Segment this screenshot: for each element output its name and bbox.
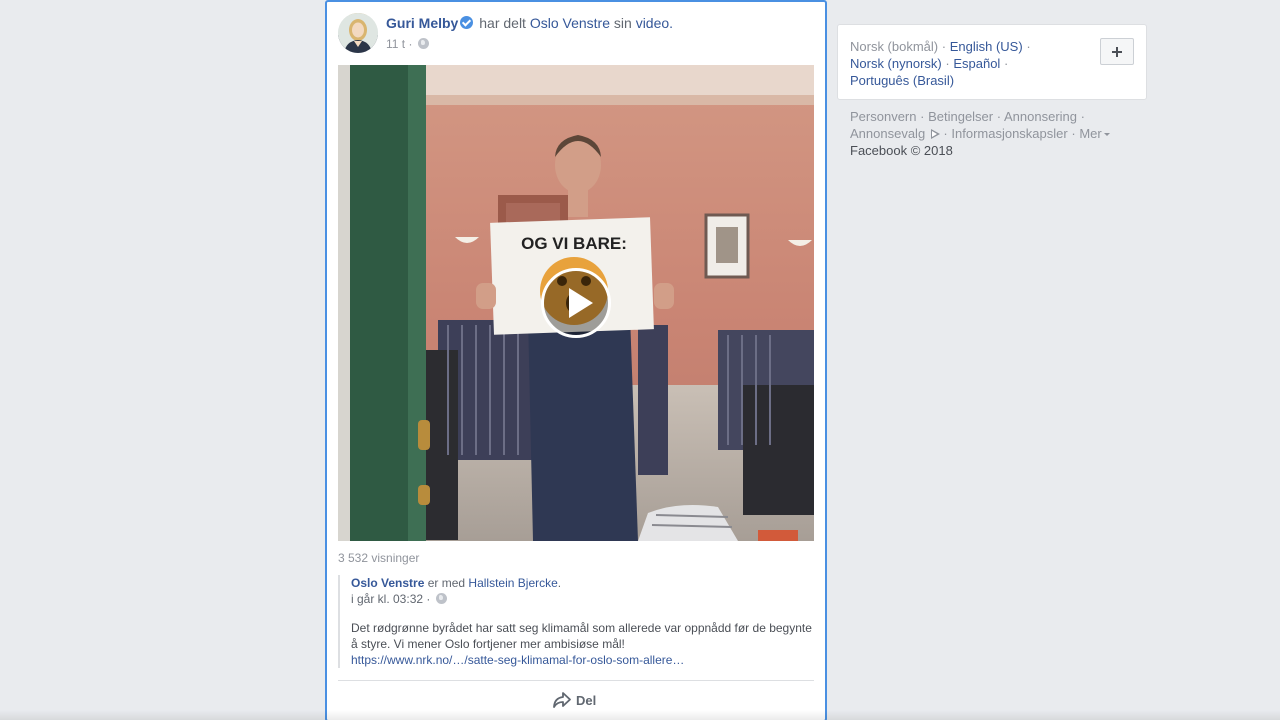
- separator: ·: [945, 56, 950, 71]
- tagged-person-link[interactable]: Hallstein Bjercke: [468, 576, 557, 590]
- separator: ·: [941, 39, 947, 54]
- shared-post-meta: i går kl. 03:32 ·: [351, 591, 814, 607]
- shared-page-link[interactable]: Oslo Venstre: [351, 576, 424, 590]
- language-nynorsk[interactable]: Norsk (nynorsk): [850, 56, 942, 71]
- video-link-label: video: [635, 15, 670, 31]
- video-sign-text: OG VI BARE:: [521, 234, 627, 253]
- language-espanol[interactable]: Español: [953, 56, 1000, 71]
- post-timestamp[interactable]: 11 t: [386, 37, 405, 51]
- shared-post-timestamp[interactable]: i går kl. 03:32: [351, 592, 423, 606]
- separator: ·: [943, 126, 948, 141]
- play-icon[interactable]: [541, 268, 611, 338]
- with-text: er med: [427, 576, 466, 590]
- share-button[interactable]: Del: [552, 691, 596, 709]
- bottom-fade: [0, 710, 1280, 720]
- shared-text: har delt: [479, 15, 526, 31]
- footer-ad-choices[interactable]: Annonsevalg: [850, 126, 940, 141]
- view-count: 3 532 visninger: [338, 551, 420, 565]
- language-list: Norsk (bokmål) · English (US) · Norsk (n…: [850, 38, 1070, 89]
- shared-post: Oslo Venstre er med Hallstein Bjercke. i…: [338, 575, 814, 668]
- shared-post-text: Det rødgrønne byrådet har satt seg klima…: [351, 621, 812, 651]
- language-english[interactable]: English (US): [950, 39, 1023, 54]
- globe-icon[interactable]: [435, 593, 447, 604]
- page-name-link[interactable]: Oslo Venstre: [530, 15, 610, 31]
- more-label: Mer: [1079, 126, 1102, 141]
- adchoices-icon: [930, 129, 940, 139]
- separator: ·: [996, 109, 1002, 124]
- post-header-line: Guri Melby har delt Oslo Venstre sin vid…: [386, 15, 673, 31]
- author-name-link[interactable]: Guri Melby: [386, 15, 458, 31]
- footer-advertising[interactable]: Annonsering: [1004, 109, 1077, 124]
- post-meta: 11 t ·: [386, 37, 429, 51]
- share-arrow-icon: [553, 692, 571, 708]
- period: .: [669, 15, 674, 31]
- shared-post-url[interactable]: https://www.nrk.no/…/satte-seg-klimamal-…: [351, 652, 814, 668]
- meta-separator: ·: [426, 592, 431, 606]
- plus-icon[interactable]: [1100, 38, 1134, 65]
- video-link[interactable]: video.: [636, 15, 673, 31]
- verified-badge-icon: [460, 16, 474, 29]
- video-player[interactable]: OG VI BARE:: [338, 65, 814, 541]
- period: .: [557, 576, 562, 590]
- author-avatar[interactable]: [338, 13, 378, 53]
- sin-text: sin: [613, 15, 632, 31]
- footer-more[interactable]: Mer: [1079, 126, 1110, 141]
- share-label: Del: [576, 693, 597, 708]
- footer-privacy[interactable]: Personvern: [850, 109, 916, 124]
- separator: ·: [1026, 39, 1031, 54]
- post-card: Guri Melby har delt Oslo Venstre sin vid…: [325, 0, 827, 720]
- ad-choices-label: Annonsevalg: [850, 126, 926, 141]
- current-language: Norsk (bokmål): [850, 39, 939, 54]
- language-selector: Norsk (bokmål) · English (US) · Norsk (n…: [837, 24, 1147, 100]
- footer-links: Personvern · Betingelser · Annonsering ·…: [850, 108, 1130, 159]
- post-header: Guri Melby har delt Oslo Venstre sin vid…: [338, 13, 808, 55]
- footer-terms[interactable]: Betingelser: [928, 109, 993, 124]
- separator: ·: [1003, 56, 1009, 71]
- copyright: Facebook © 2018: [850, 143, 953, 158]
- globe-icon[interactable]: [417, 38, 429, 49]
- separator: ·: [1080, 109, 1085, 124]
- separator: ·: [920, 109, 925, 124]
- footer-cookies[interactable]: Informasjonskapsler: [951, 126, 1067, 141]
- shared-post-header: Oslo Venstre er med Hallstein Bjercke.: [351, 575, 814, 591]
- language-portugues[interactable]: Português (Brasil): [850, 73, 954, 88]
- caret-down-icon: [1103, 133, 1110, 136]
- meta-separator: ·: [408, 37, 413, 51]
- separator: ·: [1071, 126, 1076, 141]
